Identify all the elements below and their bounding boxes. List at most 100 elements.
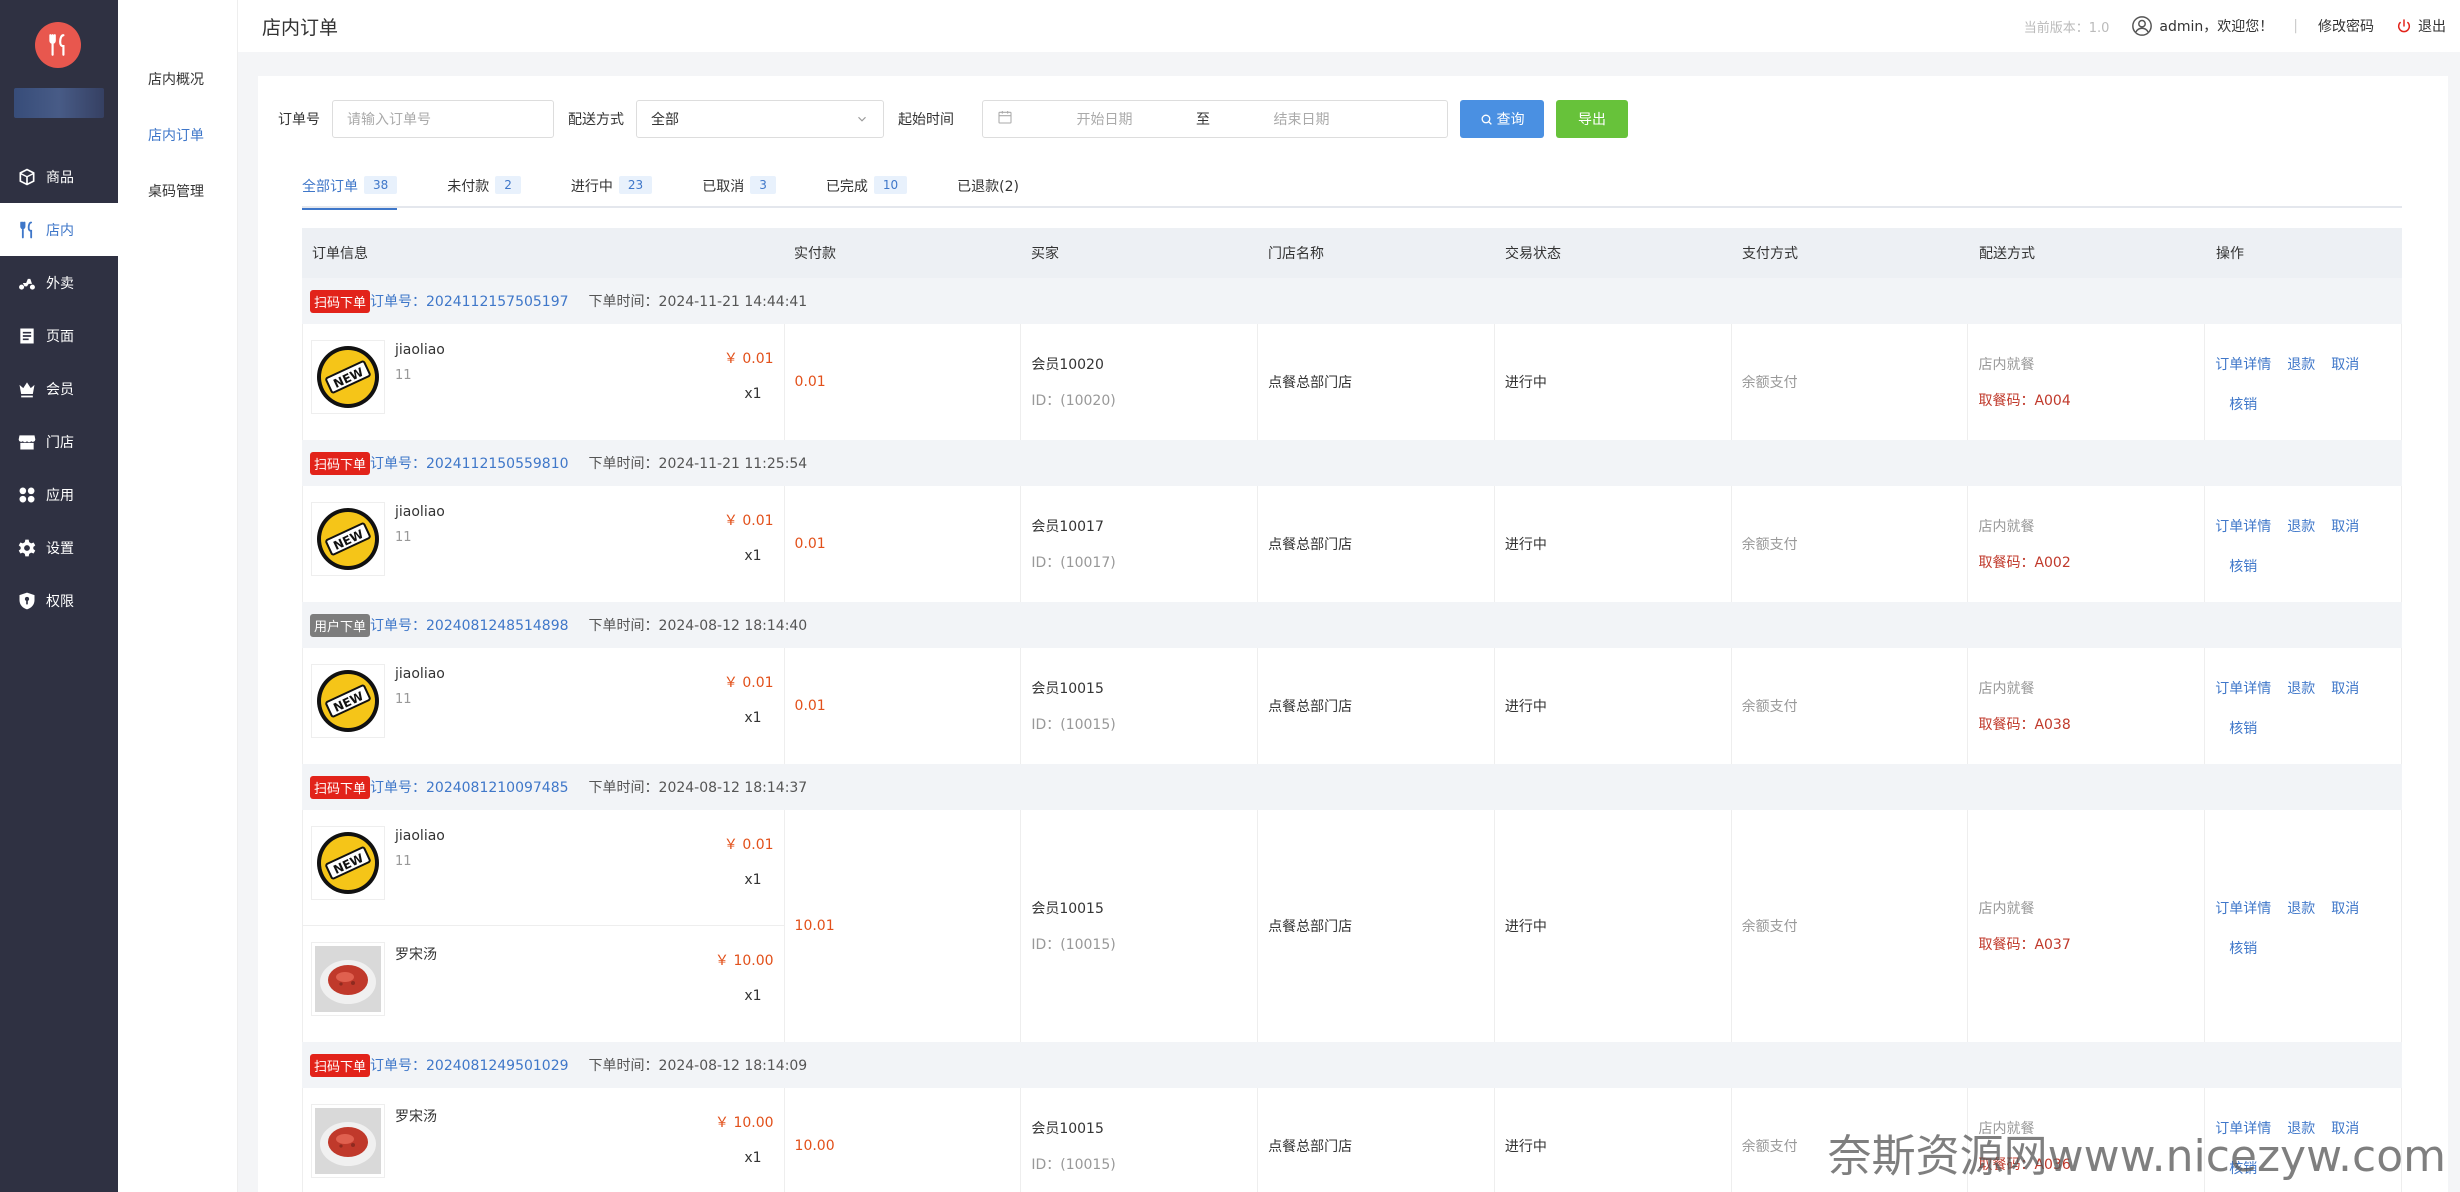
order-detail-link[interactable]: 订单详情 — [2215, 357, 2271, 373]
buyer-name: 会员10020 — [1031, 357, 1104, 373]
buyer-cell: 会员10015 ID：(10015) — [1021, 810, 1259, 1042]
store-cell: 点餐总部门店 — [1258, 1088, 1495, 1192]
cancel-link[interactable]: 取消 — [2331, 519, 2359, 535]
product-item: NEW jiaoliao 11 ￥ 0.01 x1 — [303, 324, 784, 440]
nav-item-6[interactable]: 应用 — [0, 468, 118, 521]
column-header-0: 订单信息 — [312, 246, 368, 262]
order-number[interactable]: 订单号：2024081249501029 — [370, 1055, 569, 1075]
tab-3[interactable]: 已取消 3 — [702, 172, 776, 208]
start-date-placeholder[interactable]: 开始日期 — [1077, 109, 1133, 129]
order-detail-link[interactable]: 订单详情 — [2215, 519, 2271, 535]
product-qty: x1 — [744, 548, 762, 564]
nav-item-3[interactable]: 页面 — [0, 309, 118, 362]
buyer-cell: 会员10020 ID：(10020) — [1021, 324, 1259, 440]
refund-link[interactable]: 退款 — [2287, 681, 2315, 697]
order-detail-link[interactable]: 订单详情 — [2215, 901, 2271, 917]
product-thumbnail[interactable]: NEW — [311, 826, 385, 900]
product-price: ￥ 0.01 — [723, 675, 774, 691]
column-header-7: 操作 — [2216, 246, 2244, 262]
orders-table: 订单信息 实付款 买家 门店名称 交易状态 支付方式 配送方式 操作 扫码下单 订单号：2024… — [302, 228, 2402, 1192]
paid-cell: 10.01 — [785, 810, 1022, 1042]
paid-cell: 0.01 — [785, 486, 1022, 602]
watermark: 奈斯资源网www.nicezyw.com — [1827, 1131, 2446, 1182]
nav-item-8[interactable]: 权限 — [0, 574, 118, 627]
tab-label: 进行中 — [570, 179, 613, 195]
verify-link[interactable]: 核销 — [2229, 559, 2257, 575]
paid-cell: 0.01 — [785, 324, 1022, 440]
order-no-input[interactable]: 请输入订单号 — [332, 100, 554, 138]
apps-icon — [16, 484, 38, 506]
nav-item-2[interactable]: 外卖 — [0, 256, 118, 309]
pay-method-cell: 余额支付 — [1732, 486, 1969, 602]
product-qty: x1 — [744, 1150, 762, 1166]
date-range-picker[interactable]: 开始日期 至 结束日期 — [982, 100, 1448, 138]
query-button[interactable]: 查询 — [1460, 100, 1544, 138]
store-name: 点餐总部门店 — [1268, 699, 1353, 715]
new-badge-image: NEW — [317, 832, 379, 894]
refund-link[interactable]: 退款 — [2287, 357, 2315, 373]
buyer-id: ID：(10015) — [1031, 937, 1116, 953]
tab-label: 已取消 — [702, 179, 745, 195]
order-number[interactable]: 订单号：2024112157505197 — [370, 291, 569, 311]
order-number[interactable]: 订单号：2024081210097485 — [370, 777, 569, 797]
trade-status: 进行中 — [1504, 699, 1547, 715]
table-row: NEW jiaoliao 11 ￥ 0.01 x1 0.01 会员10020 ID：(1002… — [302, 324, 2402, 440]
order-source-tag: 用户下单 — [310, 613, 371, 637]
logout-button[interactable]: 退出 — [2396, 16, 2446, 36]
operations-cell: 订单详情 退款 取消核销 — [2205, 648, 2401, 764]
status-cell: 进行中 — [1495, 324, 1732, 440]
column-header-4: 交易状态 — [1505, 246, 1561, 262]
tab-1[interactable]: 未付款 2 — [447, 172, 521, 208]
order-number[interactable]: 订单号：2024081248514898 — [370, 615, 569, 635]
refund-link[interactable]: 退款 — [2287, 901, 2315, 917]
export-button[interactable]: 导出 — [1556, 100, 1628, 138]
tab-2[interactable]: 进行中 23 — [570, 172, 653, 208]
logo[interactable] — [35, 22, 81, 68]
nav-item-4[interactable]: 会员 — [0, 362, 118, 415]
verify-link[interactable]: 核销 — [2229, 721, 2257, 737]
product-name: jiaoliao — [395, 504, 445, 520]
order-products-cell: NEW jiaoliao 11 ￥ 0.01 x1 — [303, 648, 785, 764]
product-thumbnail[interactable]: NEW — [311, 340, 385, 414]
cancel-link[interactable]: 取消 — [2331, 681, 2359, 697]
product-thumbnail[interactable] — [311, 1104, 385, 1178]
subnav-item-2[interactable]: 桌码管理 — [118, 164, 237, 220]
nav-item-0[interactable]: 商品 — [0, 150, 118, 203]
gear-icon — [16, 537, 38, 559]
tab-count-badge: 10 — [873, 176, 908, 194]
verify-link[interactable]: 核销 — [2229, 941, 2257, 957]
crown-icon — [16, 378, 38, 400]
status-cell: 进行中 — [1495, 1088, 1732, 1192]
pickup-code: 取餐码：A004 — [1978, 393, 2071, 409]
tab-0[interactable]: 全部订单 38 — [302, 172, 398, 210]
nav-item-1[interactable]: 店内 — [0, 203, 118, 256]
tab-5[interactable]: 已退款(2) — [957, 172, 1019, 208]
query-label: 查询 — [1496, 112, 1525, 128]
page-title: 店内订单 — [262, 17, 339, 39]
cancel-link[interactable]: 取消 — [2331, 901, 2359, 917]
verify-link[interactable]: 核销 — [2229, 397, 2257, 413]
product-thumbnail[interactable] — [311, 942, 385, 1016]
order-number[interactable]: 订单号：2024112150559810 — [370, 453, 569, 473]
new-badge-image: NEW — [317, 670, 379, 732]
tab-4[interactable]: 已完成 10 — [826, 172, 908, 208]
nav-item-7[interactable]: 设置 — [0, 521, 118, 574]
product-thumbnail[interactable]: NEW — [311, 664, 385, 738]
nav-item-label: 页面 — [46, 328, 74, 345]
product-thumbnail[interactable]: NEW — [311, 502, 385, 576]
buyer-id: ID：(10017) — [1031, 555, 1116, 571]
buyer-name: 会员10015 — [1031, 1121, 1104, 1137]
cancel-link[interactable]: 取消 — [2331, 357, 2359, 373]
subnav-item-1[interactable]: 店内订单 — [118, 108, 237, 164]
product-item: NEW jiaoliao 11 ￥ 0.01 x1 — [303, 810, 784, 926]
soup-image — [315, 946, 381, 1012]
end-date-placeholder[interactable]: 结束日期 — [1274, 109, 1330, 129]
buyer-cell: 会员10015 ID：(10015) — [1021, 648, 1259, 764]
nav-item-5[interactable]: 门店 — [0, 415, 118, 468]
subnav-item-0[interactable]: 店内概况 — [118, 52, 237, 108]
refund-link[interactable]: 退款 — [2287, 519, 2315, 535]
store-name: 点餐总部门店 — [1268, 375, 1353, 391]
delivery-select[interactable]: 全部 — [636, 100, 884, 138]
change-password-link[interactable]: 修改密码 — [2318, 16, 2374, 36]
order-detail-link[interactable]: 订单详情 — [2215, 681, 2271, 697]
